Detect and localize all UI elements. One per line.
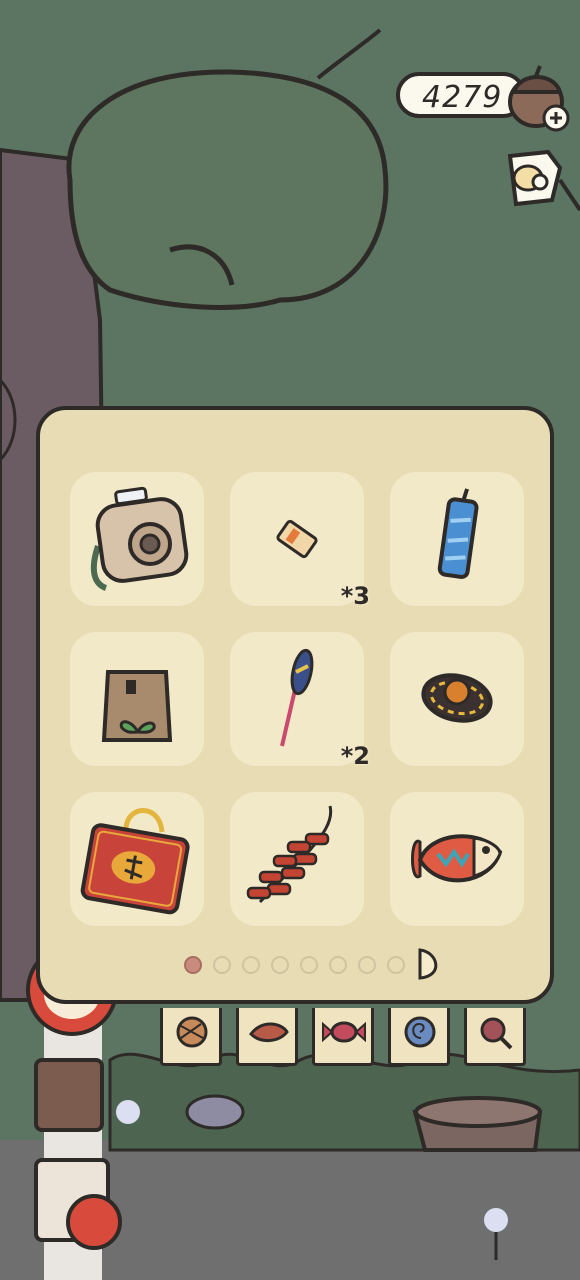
page-dot-5[interactable] <box>300 956 318 974</box>
tab-leaf[interactable] <box>236 1008 298 1066</box>
page-dot-7[interactable] <box>358 956 376 974</box>
camera-icon <box>90 486 189 591</box>
note-icon[interactable] <box>500 148 566 210</box>
inventory-slot-sparkler-stick[interactable]: *2 <box>230 632 370 770</box>
sparkler-quantity: *2 <box>340 742 370 770</box>
tab-magnifier[interactable] <box>464 1008 526 1066</box>
inventory-slot-seed-bag[interactable] <box>70 632 204 766</box>
page-dot-6[interactable] <box>329 956 347 974</box>
firecracker-icon <box>246 805 333 904</box>
tab-snail-shell[interactable] <box>388 1008 450 1066</box>
candy-icon <box>322 1021 366 1043</box>
acorn-plus-icon[interactable] <box>506 62 572 132</box>
straw-hat-icon <box>421 673 493 723</box>
inventory-slot-red-lucky-gift-bag[interactable] <box>70 792 204 926</box>
page-dot-2[interactable] <box>213 956 231 974</box>
leaf-icon <box>249 1022 289 1042</box>
inventory-slot-ticket[interactable]: *3 <box>230 472 370 610</box>
clover-count: 4279 <box>422 80 503 115</box>
snail-shell-icon <box>404 1016 436 1048</box>
page-dot-1[interactable] <box>184 956 202 974</box>
magnifier-icon <box>480 1017 513 1050</box>
inventory-panel: *3 *2 <box>36 406 554 1004</box>
ticket-quantity: *3 <box>340 582 370 610</box>
firework-tube-icon <box>437 488 479 579</box>
next-page-button[interactable] <box>416 946 446 982</box>
seed-bag-icon <box>101 670 173 742</box>
fish-lantern-icon <box>411 834 503 883</box>
inventory-slot-firecracker-string[interactable] <box>230 792 364 926</box>
inventory-slot-straw-hat[interactable] <box>390 632 524 766</box>
inventory-slot-blue-firework-tube[interactable] <box>390 472 524 606</box>
page-dot-4[interactable] <box>271 956 289 974</box>
page-dot-3[interactable] <box>242 956 260 974</box>
tab-yarn[interactable] <box>160 1008 222 1066</box>
page-dot-8[interactable] <box>387 956 405 974</box>
yarn-ball-icon <box>176 1016 208 1048</box>
inventory-slot-fish-lantern[interactable] <box>390 792 524 926</box>
gift-bag-icon <box>80 808 190 915</box>
tab-candy[interactable] <box>312 1008 374 1066</box>
inventory-slot-camera[interactable] <box>70 472 204 606</box>
